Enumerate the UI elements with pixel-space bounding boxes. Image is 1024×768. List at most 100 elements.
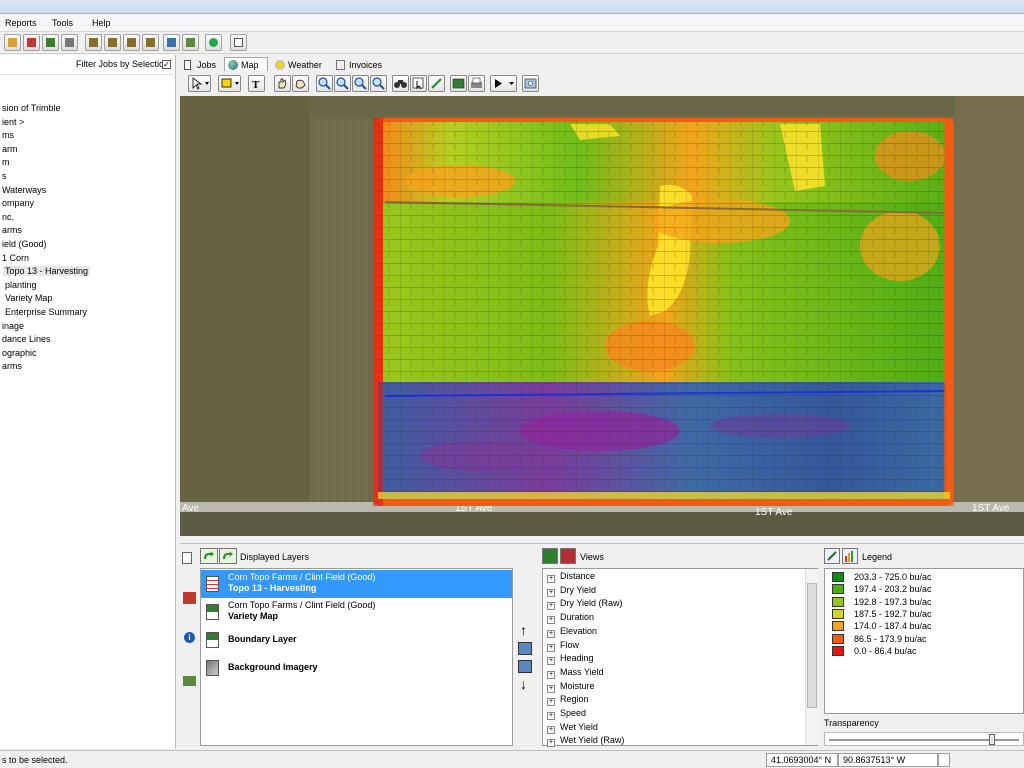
play-icon[interactable] [490,75,517,92]
expand-icon[interactable]: + [547,657,555,666]
tree-item[interactable]: Enterprise Summary [3,307,89,317]
zoom-previous-icon[interactable] [370,75,387,92]
tree-item[interactable]: ompany [0,198,36,208]
trash-icon[interactable] [182,552,192,564]
view-item[interactable]: + Region [547,694,589,707]
layer-item[interactable]: Background Imagery [201,654,512,682]
document-icon[interactable] [230,34,247,51]
views-add-icon[interactable] [542,548,558,564]
tab-map[interactable]: Map [224,57,268,71]
zoom-out-icon[interactable] [334,75,351,92]
tree-item[interactable]: s [0,171,9,181]
views-scrollbar[interactable] [805,569,818,745]
measure-icon[interactable] [428,75,445,92]
expand-icon[interactable]: + [547,602,555,611]
view-item[interactable]: + Moisture [547,681,595,693]
layer-item[interactable]: Corn Topo Farms / Clint Field (Good) Top… [201,570,512,598]
view-item[interactable]: + Duration [547,612,594,625]
zoom-extent-icon[interactable] [352,75,369,92]
print-map-icon[interactable] [468,75,485,92]
terrain-icon[interactable] [183,676,196,686]
tree-item[interactable]: ient > [0,117,26,127]
search-icon[interactable] [163,34,180,51]
users-edit-icon[interactable] [123,34,140,51]
zoom-in-icon[interactable] [316,75,333,92]
views-scroll-thumb[interactable] [807,583,817,708]
legend-histogram-icon[interactable] [842,548,858,564]
menu-tools[interactable]: Tools [52,18,73,28]
export-icon[interactable] [61,34,78,51]
transparency-slider[interactable] [824,732,1024,746]
edit-icon[interactable] [182,34,199,51]
info-icon[interactable]: i [184,632,195,643]
users-remove-icon[interactable] [142,34,159,51]
move-up-icon[interactable]: ↑ [520,622,527,638]
tree-item[interactable]: arms [0,361,24,371]
expand-icon[interactable]: + [547,643,555,652]
expand-icon[interactable]: + [547,684,555,693]
sync-layers-icon[interactable] [219,548,237,564]
view-item[interactable]: + Speed [547,708,586,720]
tab-invoices[interactable]: Invoices [332,57,388,71]
pan-hand-icon[interactable] [274,75,291,92]
refresh-layers-icon[interactable] [200,548,218,564]
settings-icon[interactable] [522,75,539,92]
views-remove-icon[interactable] [560,548,576,564]
expand-icon[interactable]: + [547,616,555,625]
text-tool-icon[interactable]: T [248,75,265,92]
view-item[interactable]: + Wet Yield [547,722,598,734]
report-icon[interactable] [4,34,21,51]
view-item[interactable]: + Dry Yield [547,585,596,597]
tree-item[interactable]: sion of Trimble [0,103,63,113]
image-export-icon[interactable] [450,75,467,92]
expand-icon[interactable]: + [547,575,555,583]
users-add-icon[interactable] [104,34,121,51]
tree-item[interactable]: ield (Good) [0,239,49,249]
printer-icon[interactable] [23,34,40,51]
select-arrow-icon[interactable] [188,75,211,92]
view-item[interactable]: + Distance [547,571,595,583]
tree-item[interactable]: Variety Map [3,293,54,303]
layer-up-icon[interactable] [518,642,532,655]
view-item[interactable]: + Elevation [547,626,597,638]
view-item[interactable]: + Mass Yield [547,667,604,679]
tree-item[interactable]: planting [3,280,39,290]
expand-icon[interactable]: + [547,588,555,597]
tree-item[interactable]: ographic [0,348,39,358]
yield-map[interactable]: Ave 1ST Ave 1ST Ave 1ST Ave [180,96,1024,536]
expand-icon[interactable]: + [547,629,555,638]
view-item[interactable]: + Heading [547,653,594,666]
menu-reports[interactable]: Reports [5,18,37,28]
tree-item[interactable]: ms [0,130,16,140]
view-item[interactable]: + Flow [547,640,579,652]
tab-jobs[interactable]: Jobs [180,57,222,71]
expand-icon[interactable]: + [547,739,555,748]
tree-item[interactable]: 1 Corn [0,253,31,263]
identify-icon[interactable] [410,75,427,92]
binoculars-icon[interactable] [392,75,409,92]
expand-icon[interactable]: + [547,698,555,707]
layer-properties-icon[interactable] [183,592,196,604]
tree-item[interactable]: Waterways [0,185,48,195]
users-icon[interactable] [85,34,102,51]
tab-weather[interactable]: Weather [271,57,329,71]
view-item[interactable]: + Wet Yield (Raw) [547,735,624,748]
tree-item[interactable]: dance Lines [0,334,53,344]
legend-edit-icon[interactable] [824,548,840,564]
move-down-icon[interactable]: ↓ [520,676,527,692]
tree-item[interactable]: Topo 13 - Harvesting [3,266,91,277]
chart-icon[interactable] [42,34,59,51]
menu-help[interactable]: Help [92,18,111,28]
tree-item[interactable]: m [0,157,12,167]
select-area-icon[interactable] [218,75,241,92]
transparency-thumb[interactable] [989,734,995,745]
map-view[interactable]: Ave 1ST Ave 1ST Ave 1ST Ave [180,96,1024,536]
view-item[interactable]: + Dry Yield (Raw) [547,598,623,611]
expand-icon[interactable]: + [547,725,555,734]
tree-item[interactable]: arm [0,144,20,154]
expand-icon[interactable]: + [547,712,555,720]
filter-checkbox[interactable]: ✓ [162,60,171,69]
expand-icon[interactable]: + [547,670,555,679]
tree-item[interactable]: arms [0,225,24,235]
pan-grab-icon[interactable] [292,75,309,92]
